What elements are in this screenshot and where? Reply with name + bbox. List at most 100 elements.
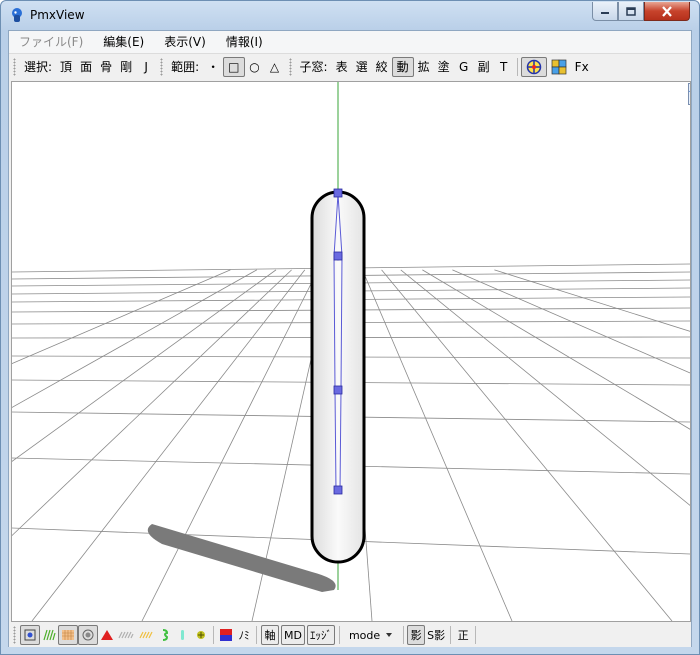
show-vertex-button[interactable] [20, 625, 40, 645]
child-sub-button[interactable]: 副 [474, 57, 494, 77]
pmxview-app-icon [12, 8, 22, 22]
rigid-shape-icon [162, 629, 169, 641]
toolbar-separator [213, 626, 214, 644]
ortho-button[interactable]: 正 [454, 625, 472, 645]
range-triangle-button[interactable]: △ [265, 57, 285, 77]
color-grid-icon [551, 59, 567, 75]
self-shadow-button[interactable]: S影 [425, 625, 447, 645]
grid-line [494, 269, 690, 332]
child-select-button[interactable]: 選 [352, 57, 372, 77]
range-point-button[interactable]: ・ [203, 57, 223, 77]
softbody-icon [197, 631, 205, 639]
select-vertex-button[interactable]: 頂 [56, 57, 76, 77]
child-move-button[interactable]: 動 [391, 57, 414, 77]
child-window-label: 子窓: [299, 60, 328, 74]
child-paint-button[interactable]: 塗 [434, 57, 454, 77]
show-mesh-button[interactable] [58, 625, 78, 645]
color-button[interactable] [217, 625, 235, 645]
mode-label: mode [348, 628, 381, 642]
menu-file[interactable]: ファイル(F) [9, 31, 93, 53]
select-rigid-button[interactable]: 剛 [116, 57, 136, 77]
toolbar-grip[interactable] [13, 626, 16, 644]
select-bone-button[interactable]: 骨 [96, 57, 116, 77]
toolbar-separator [450, 626, 452, 644]
minimize-icon [601, 12, 609, 14]
edge-button[interactable]: ｴｯｼﾞ [306, 625, 335, 645]
scene-canvas [12, 82, 690, 621]
select-label: 選択: [24, 60, 53, 74]
range-label: 範囲: [171, 60, 200, 74]
grid-line [381, 269, 673, 621]
nomi-button[interactable]: ﾉﾐ [235, 625, 253, 645]
grid-line [12, 269, 257, 408]
app-window: PmxView ファイル(F) 編集(E) 表示(V) 情報(I) 選択: 頂 … [0, 0, 700, 655]
show-morph-button[interactable] [98, 625, 116, 645]
menu-info[interactable]: 情報(I) [216, 31, 273, 53]
mode-dropdown[interactable]: mode [343, 625, 400, 645]
rotate-view-icon[interactable] [688, 83, 691, 105]
show-bone-button[interactable] [116, 625, 136, 645]
show-ik-button[interactable] [136, 625, 156, 645]
fx-button[interactable]: Fx [571, 57, 593, 77]
range-circle-button[interactable]: ○ [245, 57, 265, 77]
target-axis-icon [526, 59, 541, 75]
rigid-capsule [310, 190, 366, 564]
menu-view[interactable]: 表示(V) [154, 31, 216, 53]
grid-line [362, 269, 513, 621]
material-circle-icon [82, 629, 94, 641]
toolbar-separator [475, 626, 477, 644]
grid-line [452, 269, 690, 374]
rigid-body-shadow [147, 524, 336, 592]
child-group-button[interactable]: G [454, 57, 474, 77]
child-filter-button[interactable]: 絞 [372, 57, 392, 77]
child-t-button[interactable]: T [494, 57, 514, 77]
main-toolbar: 選択: 頂 面 骨 剛 J 範囲: ・ □ ○ △ 子窓: 表 選 絞 動 拡 … [9, 54, 691, 80]
close-icon [662, 5, 672, 17]
grid-line [12, 269, 231, 365]
show-softbody-button[interactable] [192, 625, 210, 645]
chevron-down-icon [386, 633, 393, 637]
color-square-icon [220, 629, 232, 641]
normal-lines-icon [43, 629, 56, 641]
grid-line [400, 269, 690, 506]
toolbar-grip[interactable] [160, 58, 164, 76]
child-scale-button[interactable]: 拡 [414, 57, 434, 77]
show-normal-button[interactable] [40, 625, 58, 645]
window-title: PmxView [30, 8, 85, 22]
mesh-texture-icon [62, 630, 74, 640]
toolbar-grip[interactable] [288, 58, 292, 76]
child-table-button[interactable]: 表 [332, 57, 352, 77]
3d-viewport[interactable] [11, 81, 691, 622]
md-button[interactable]: MD [281, 625, 305, 645]
title-bar[interactable]: PmxView [1, 1, 699, 29]
toolbar-separator [256, 626, 257, 644]
toolbar-separator [516, 58, 518, 76]
toolbar-separator [403, 626, 405, 644]
joint-shape-icon [181, 630, 184, 640]
ik-lines-icon [139, 631, 153, 639]
local-axis-button[interactable] [520, 57, 547, 77]
axis-button[interactable]: 軸 [261, 625, 279, 645]
show-material-button[interactable] [78, 625, 98, 645]
select-joint-button[interactable]: J [136, 57, 156, 77]
grid-button[interactable] [547, 57, 571, 77]
toolbar-separator [338, 626, 340, 644]
show-joint-button[interactable] [174, 625, 192, 645]
menu-bar: ファイル(F) 編集(E) 表示(V) 情報(I) [9, 31, 691, 54]
bottom-toolbar: ﾉﾐ 軸 MD ｴｯｼﾞ mode 影 S影 正 [9, 623, 691, 647]
toolbar-grip[interactable] [13, 58, 16, 76]
bone-lines-icon [118, 631, 134, 639]
minimize-button[interactable] [592, 2, 618, 21]
client-area: ファイル(F) 編集(E) 表示(V) 情報(I) 選択: 頂 面 骨 剛 J … [8, 30, 692, 647]
close-button[interactable] [644, 2, 690, 21]
menu-edit[interactable]: 編集(E) [93, 31, 154, 53]
shadow-button[interactable]: 影 [407, 625, 426, 645]
show-rigid-button[interactable] [156, 625, 174, 645]
red-triangle-icon [101, 630, 113, 640]
vertex-dot-icon [24, 629, 36, 641]
maximize-button[interactable] [618, 2, 644, 21]
maximize-icon [626, 6, 636, 16]
select-face-button[interactable]: 面 [76, 57, 96, 77]
grid-line [422, 269, 690, 430]
range-rect-button[interactable]: □ [223, 57, 245, 77]
